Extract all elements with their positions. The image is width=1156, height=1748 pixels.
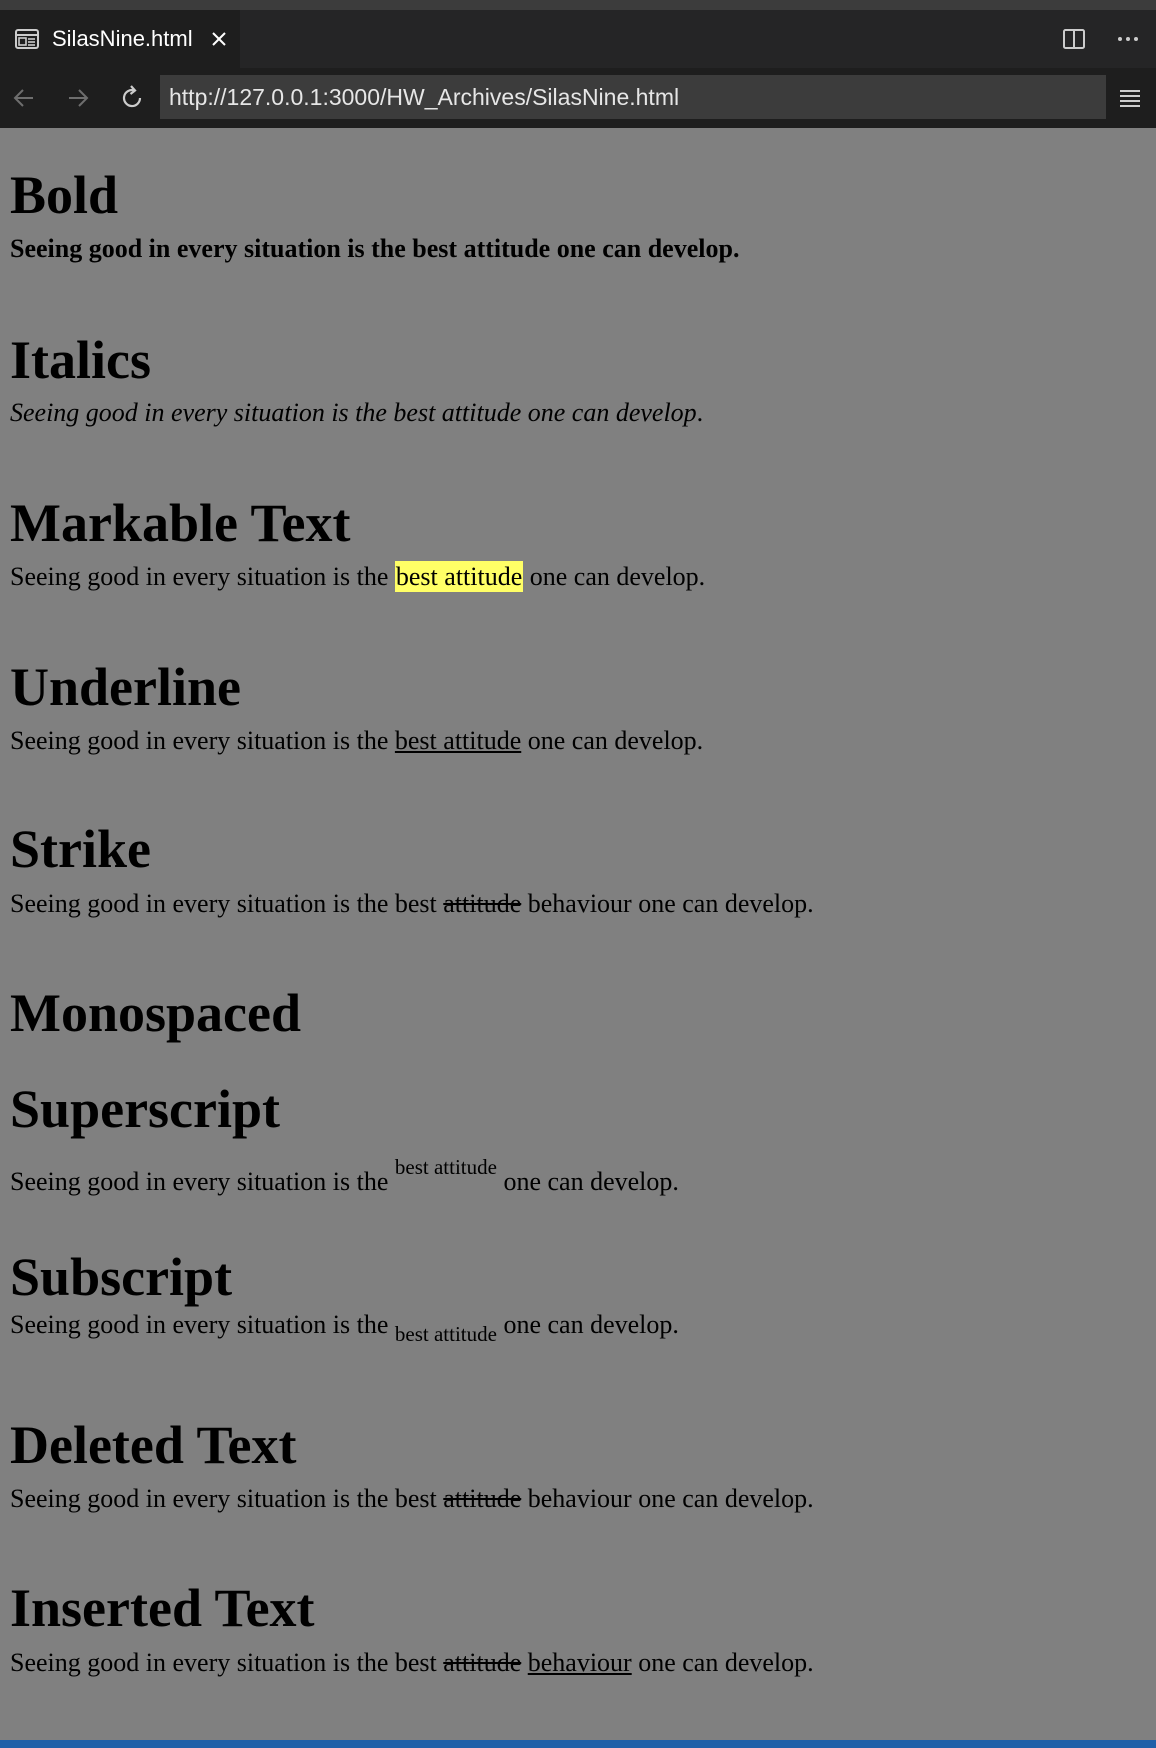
- superscript-text: best attitude: [394, 1155, 497, 1179]
- paragraph-inserted: Seeing good in every situation is the be…: [10, 1650, 814, 1676]
- heading-subscript: Subscript: [10, 1247, 233, 1307]
- paragraph-deleted: Seeing good in every situation is the be…: [10, 1486, 814, 1512]
- hamburger-menu-icon[interactable]: [1116, 82, 1144, 114]
- text-before: Seeing good in every situation is the be…: [10, 1648, 437, 1677]
- browser-nav-bar: [0, 68, 1156, 128]
- paragraph-bold: Seeing good in every situation is the be…: [10, 236, 739, 262]
- split-editor-icon[interactable]: [1060, 25, 1088, 53]
- heading-bold: Bold: [10, 165, 119, 225]
- text-before: Seeing good in every situation is the be…: [10, 889, 437, 918]
- heading-inserted: Inserted Text: [10, 1578, 315, 1638]
- deleted-text: attitude: [443, 1484, 522, 1513]
- paragraph-strike: Seeing good in every situation is the be…: [10, 891, 814, 917]
- italic-text: Seeing good in every situation is the be…: [10, 398, 697, 427]
- deleted-text: attitude: [443, 1648, 522, 1677]
- heading-superscript: Superscript: [10, 1079, 280, 1139]
- window-top-strip: [0, 0, 1156, 10]
- text-before: Seeing good in every situation is the: [10, 726, 389, 755]
- text-after: one can develop.: [527, 726, 704, 755]
- heading-underline: Underline: [10, 657, 242, 717]
- tab-actions: [1060, 10, 1142, 68]
- preview-icon: [14, 27, 40, 51]
- text-after: one can develop.: [638, 1648, 814, 1677]
- heading-strike: Strike: [10, 819, 151, 879]
- text-before: Seeing good in every situation is the: [10, 1310, 389, 1339]
- text-after: one can develop.: [529, 562, 706, 591]
- paragraph-subscript: Seeing good in every situation is the be…: [10, 1312, 679, 1345]
- text-after: behaviour one can develop.: [527, 889, 814, 918]
- subscript-text: best attitude: [394, 1322, 497, 1346]
- text-before: Seeing good in every situation is the: [10, 562, 389, 591]
- reload-icon[interactable]: [116, 82, 148, 114]
- paragraph-italics: Seeing good in every situation is the be…: [10, 400, 703, 426]
- tab-silasnine[interactable]: SilasNine.html: [0, 10, 240, 68]
- page-content: Bold Seeing good in every situation is t…: [10, 128, 1150, 1740]
- url-input[interactable]: [160, 75, 1106, 119]
- text-before: Seeing good in every situation is the be…: [10, 1484, 437, 1513]
- heading-monospaced: Monospaced: [10, 983, 302, 1043]
- italic-trailing: .: [696, 398, 704, 427]
- underlined-text: best attitude: [394, 726, 522, 755]
- tab-bar: SilasNine.html: [0, 10, 1156, 68]
- status-bar: [0, 1740, 1156, 1748]
- heading-deleted: Deleted Text: [10, 1415, 297, 1475]
- inserted-text: behaviour: [527, 1648, 632, 1677]
- marked-text: best attitude: [394, 561, 524, 592]
- struck-text: attitude: [443, 889, 522, 918]
- text-after: one can develop.: [503, 1310, 679, 1339]
- paragraph-superscript: Seeing good in every situation is the be…: [10, 1157, 679, 1195]
- heading-markable: Markable Text: [10, 493, 351, 553]
- more-actions-icon[interactable]: [1114, 25, 1142, 53]
- arrow-right-icon[interactable]: [62, 82, 94, 114]
- bold-text: Seeing good in every situation is the be…: [10, 234, 740, 263]
- arrow-left-icon[interactable]: [8, 82, 40, 114]
- heading-italics: Italics: [10, 330, 151, 390]
- text-before: Seeing good in every situation is the: [10, 1167, 389, 1196]
- paragraph-mark: Seeing good in every situation is the be…: [10, 561, 706, 592]
- paragraph-underline: Seeing good in every situation is the be…: [10, 728, 703, 754]
- close-icon[interactable]: [209, 29, 229, 49]
- text-after: behaviour one can develop.: [527, 1484, 814, 1513]
- text-after: one can develop.: [503, 1167, 679, 1196]
- tab-title: SilasNine.html: [52, 26, 193, 51]
